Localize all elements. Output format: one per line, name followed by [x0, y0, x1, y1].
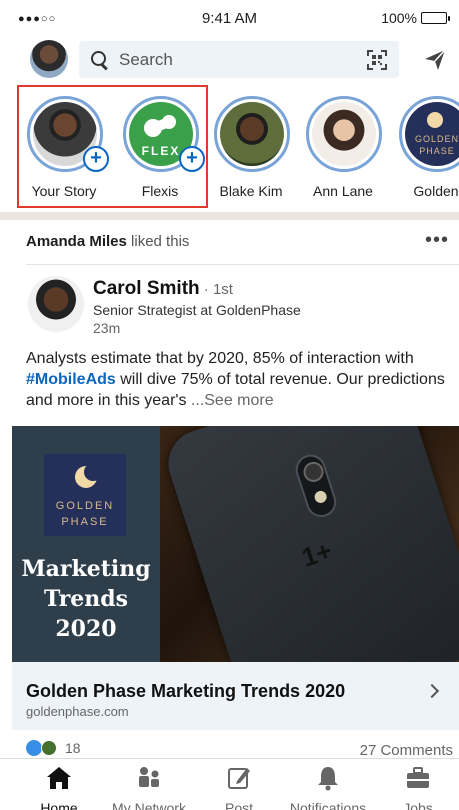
profile-avatar[interactable] — [30, 40, 68, 78]
story-ann-lane[interactable]: Ann Lane — [298, 94, 388, 204]
highlight-box — [17, 85, 208, 208]
nav-label: Jobs — [403, 800, 433, 810]
liker-name[interactable]: Amanda Miles — [26, 233, 127, 250]
nav-my-network[interactable]: My Network — [99, 765, 199, 810]
divider — [26, 264, 459, 265]
qr-code-icon[interactable] — [367, 50, 387, 70]
author-title: Senior Strategist at GoldenPhase — [93, 302, 301, 318]
phone-photo: 1+ — [159, 426, 459, 662]
search-icon — [91, 50, 109, 69]
headline-line: Trends — [43, 586, 129, 612]
story-label: Golden — [413, 183, 459, 199]
nav-label: Home — [40, 800, 78, 810]
phone-illustration: 1+ — [159, 426, 459, 662]
battery-icon — [421, 12, 450, 24]
post-text-part: Analysts estimate that by 2020, 85% of i… — [26, 350, 414, 367]
nav-label: Post — [224, 800, 253, 810]
search-placeholder: Search — [119, 49, 173, 69]
nav-label: My Network — [112, 800, 186, 810]
search-bar[interactable]: Search — [79, 41, 399, 78]
link-preview-card[interactable]: Golden Phase Marketing Trends 2020 golde… — [12, 662, 459, 730]
reaction-count: 18 — [65, 740, 81, 756]
see-more-link[interactable]: ...See more — [191, 392, 274, 409]
nav-notifications[interactable]: Notifications — [278, 765, 378, 810]
reactions-summary[interactable]: 18 — [26, 740, 81, 756]
camera-module — [291, 450, 341, 521]
bottom-navigation: Home My Network Post Notifications Jobs — [0, 758, 459, 810]
story-blake-kim[interactable]: Blake Kim — [206, 94, 296, 204]
activity-line: Amanda Miles liked this — [26, 233, 189, 250]
nav-home[interactable]: Home — [9, 765, 109, 810]
network-icon — [139, 767, 159, 787]
nav-jobs[interactable]: Jobs — [368, 765, 459, 810]
headline-line: Marketing — [21, 556, 151, 582]
connection-degree: · 1st — [199, 281, 233, 298]
golden-logo-text: PHASE — [419, 146, 455, 156]
battery-status: 100% — [381, 10, 450, 26]
activity-text: liked this — [126, 233, 190, 250]
link-domain: goldenphase.com — [26, 704, 129, 719]
author-name[interactable]: Carol Smith — [93, 278, 200, 299]
logo-text: GOLDEN — [55, 500, 115, 512]
moon-icon — [75, 463, 102, 488]
logo-text: PHASE — [61, 516, 109, 528]
battery-percent: 100% — [381, 10, 417, 26]
nav-label: Notifications — [289, 800, 367, 810]
image-text-panel: GOLDEN PHASE Marketing Trends 2020 — [12, 426, 160, 662]
section-divider — [0, 212, 459, 220]
home-icon — [47, 767, 71, 789]
status-bar: ●●●○○ 9:41 AM 100% — [0, 0, 459, 38]
post-edit-icon — [228, 768, 250, 789]
bell-icon — [318, 767, 338, 791]
golden-logo-text: GOLDEN — [414, 134, 459, 144]
celebrate-reaction-icon — [41, 740, 57, 756]
author-avatar[interactable] — [28, 276, 84, 332]
headline-line: 2020 — [55, 616, 117, 642]
more-options-icon[interactable]: ••• — [425, 230, 449, 250]
golden-phase-logo: GOLDEN PHASE — [405, 102, 459, 166]
hashtag-link[interactable]: #MobileAds — [26, 371, 116, 388]
phone-brand-mark: 1+ — [298, 535, 336, 573]
image-headline: Marketing Trends 2020 — [12, 554, 160, 644]
comments-count[interactable]: 27 Comments — [360, 742, 453, 759]
post-time: 23m — [93, 320, 121, 336]
briefcase-icon — [407, 767, 429, 788]
nav-post[interactable]: Post — [189, 765, 289, 810]
chevron-right-icon — [424, 683, 440, 699]
story-avatar — [220, 102, 284, 166]
golden-phase-logo: GOLDEN PHASE — [44, 454, 126, 536]
like-reaction-icon — [26, 740, 42, 756]
send-message-icon[interactable] — [423, 48, 447, 72]
top-header: Search — [0, 40, 459, 82]
link-title: Golden Phase Marketing Trends 2020 — [26, 681, 346, 701]
story-avatar — [312, 102, 376, 166]
author-name-row[interactable]: Carol Smith · 1st — [93, 278, 233, 300]
story-golden[interactable]: GOLDEN PHASE Golden — [391, 94, 459, 204]
post-text: Analysts estimate that by 2020, 85% of i… — [26, 348, 456, 411]
post-image[interactable]: GOLDEN PHASE Marketing Trends 2020 1+ — [12, 426, 459, 662]
